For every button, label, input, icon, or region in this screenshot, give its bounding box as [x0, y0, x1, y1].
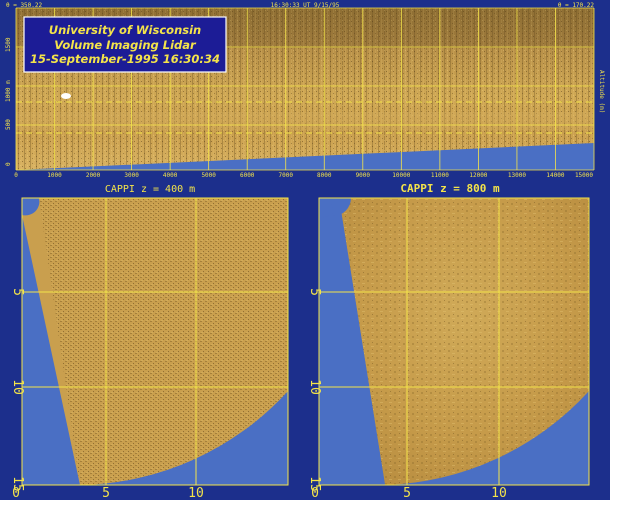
rhi-xtick: 9000	[356, 172, 371, 179]
rhi-xtick: 7000	[279, 172, 294, 179]
cappi-right-panel: CAPPI z = 800 m 0 5 10 5 10 15	[307, 182, 590, 500]
cappi-left-title: CAPPI z = 400 m	[105, 184, 195, 195]
cappi-right-ytick-5: 5	[307, 288, 322, 296]
rhi-xtick: 11000	[431, 172, 449, 179]
title-line-2: Volume Imaging Lidar	[54, 38, 197, 52]
rhi-xtick: 4000	[163, 172, 178, 179]
theta-right-label: θ = 170.22	[558, 2, 595, 9]
rhi-xtick: 1000	[47, 172, 62, 179]
rhi-xtick: 5000	[201, 172, 216, 179]
rhi-xtick: 6000	[240, 172, 255, 179]
rhi-right-axis-label: Altitude (m)	[598, 70, 605, 113]
rhi-xtick: 15000	[575, 172, 593, 179]
cappi-left-ytick-10: 10	[10, 379, 25, 395]
rhi-xtick: 13000	[508, 172, 526, 179]
rhi-ytick-0: 0	[5, 162, 12, 166]
rhi-xtick: 12000	[469, 172, 487, 179]
cappi-left-xtick-5: 5	[102, 486, 110, 500]
rhi-xtick: 2000	[86, 172, 101, 179]
rhi-xtick: 3000	[124, 172, 139, 179]
cappi-right-xtick-5: 5	[403, 486, 411, 500]
rhi-ytick-1500: 1500	[5, 37, 12, 52]
cappi-right-title: CAPPI z = 800 m	[400, 182, 500, 195]
cappi-left-ytick-5: 5	[10, 288, 25, 296]
cappi-right-xtick-10: 10	[491, 486, 507, 500]
rhi-cloud-blob	[61, 93, 71, 99]
rhi-ytick-500: 500	[5, 119, 12, 130]
title-line-3: 15-September-1995 16:30:34	[30, 52, 220, 66]
cappi-left-ytick-15: 15	[10, 476, 25, 492]
theta-left-label: θ = 350.22	[6, 2, 43, 9]
rhi-xtick: 0	[14, 172, 18, 179]
cappi-left-panel: CAPPI z = 400 m 0 5 10 5 10 15	[10, 184, 289, 500]
rhi-xtick: 10000	[392, 172, 410, 179]
cappi-right-ytick-15: 15	[307, 476, 322, 492]
cappi-left-xtick-10: 10	[188, 486, 204, 500]
rhi-xtick: 14000	[546, 172, 564, 179]
rhi-xtick: 8000	[317, 172, 332, 179]
time-label: 16:30:33 UT 9/15/95	[271, 2, 340, 9]
cappi-right-ytick-10: 10	[307, 379, 322, 395]
rhi-ytick-1000: 1000 m	[5, 80, 12, 102]
title-line-1: University of Wisconsin	[49, 23, 201, 37]
rhi-panel: University of Wisconsin Volume Imaging L…	[5, 2, 605, 179]
